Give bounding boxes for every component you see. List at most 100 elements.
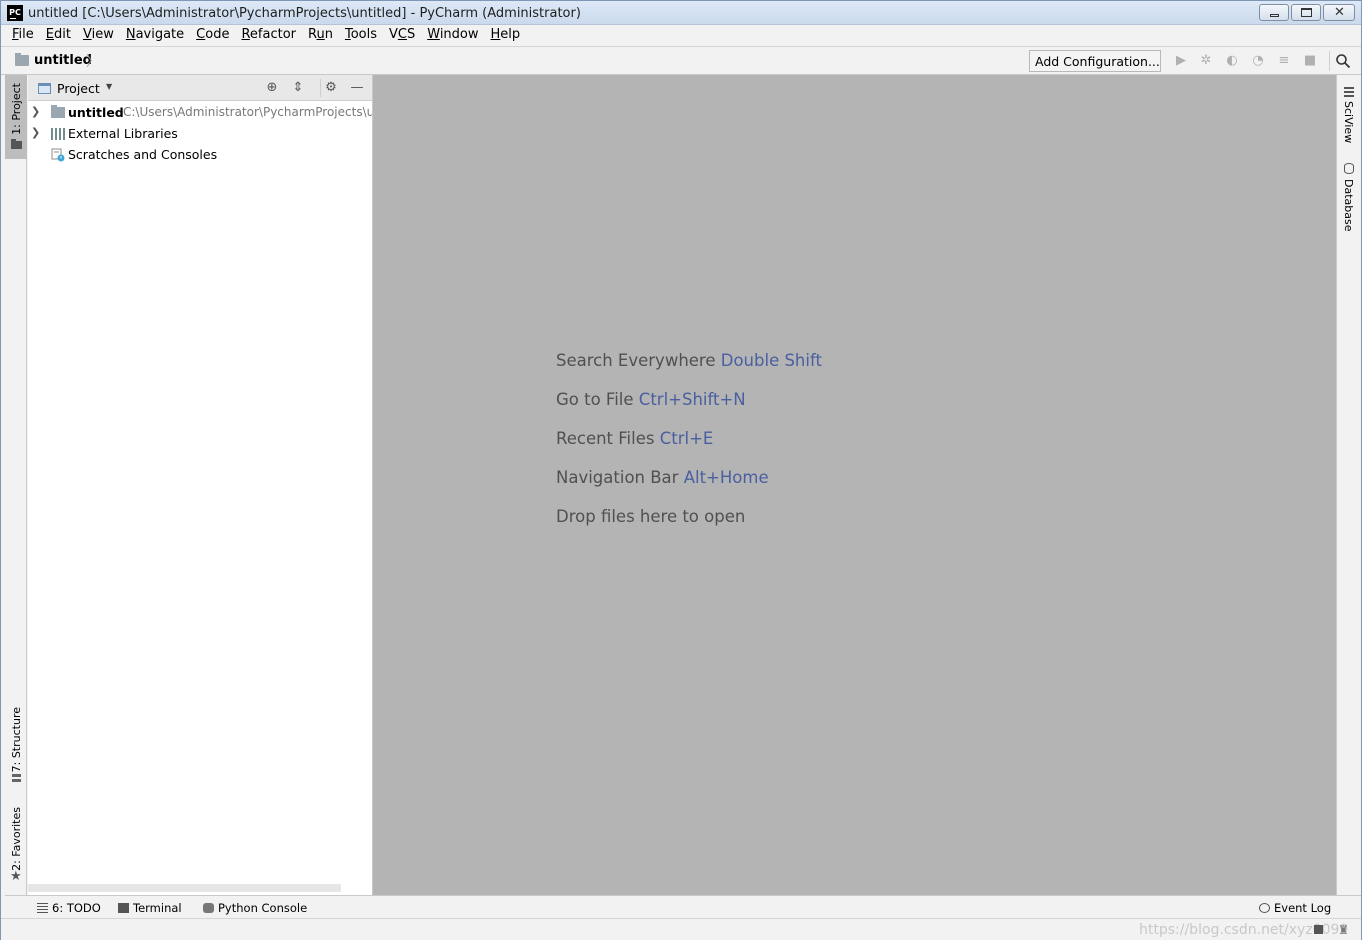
tab-sciview-label: SciView [1342,101,1355,144]
close-button[interactable]: ✕ [1323,4,1355,21]
menu-window[interactable]: Window [421,25,484,46]
menu-window-mnemonic: W [427,27,440,42]
hint-shortcut: Double Shift [720,351,822,370]
lock-icon[interactable] [1314,925,1323,934]
database-icon [1344,163,1354,174]
navigation-bar: untitled 〉 Add Configuration... ▶ ✲ ◐ ◔ … [1,46,1361,75]
menu-run-rest: n [324,27,333,42]
hint-shortcut: Alt+Home [683,468,769,487]
horizontal-scrollbar[interactable] [28,884,341,892]
menu-vcs-s: S [406,27,416,42]
tree-item-external-libraries[interactable]: ❯ External Libraries [28,123,372,144]
hint-go-to-file: Go to File Ctrl+Shift+N [556,390,746,409]
tab-database[interactable]: Database [1337,161,1361,233]
tree-item-scratches[interactable]: Scratches and Consoles [28,144,372,165]
tree-item-label: Scratches and Consoles [68,147,218,162]
gear-icon[interactable]: ⚙ [323,80,339,96]
menu-edit-label: dit [54,27,71,42]
maximize-button[interactable] [1291,4,1321,21]
hint-drop-files: Drop files here to open [556,507,745,526]
tree-item-label: External Libraries [68,126,178,141]
menu-edit[interactable]: Edit [40,25,77,46]
terminal-icon [118,903,129,913]
stop-icon[interactable]: ■ [1303,54,1317,68]
hint-navigation-bar: Navigation Bar Alt+Home [556,468,769,487]
chevron-down-icon[interactable]: ▼ [106,82,112,91]
expand-arrow-icon[interactable]: ❯ [31,105,40,118]
hint-text: Go to File [556,390,634,409]
menu-vcs[interactable]: VCS [383,25,421,46]
tree-item-path: C:\Users\Administrator\PycharmProjects\u… [123,105,372,119]
menu-help[interactable]: Help [485,25,527,46]
concurrency-icon[interactable]: ≡ [1277,54,1291,68]
inspector-icon[interactable]: ♜ [1338,923,1349,937]
add-configuration-button[interactable]: Add Configuration... [1029,50,1161,72]
menu-tools-label: ools [350,27,377,42]
breadcrumb-project[interactable]: untitled [34,53,92,68]
tree-item-project-root[interactable]: ❯ untitled C:\Users\Administrator\Pychar… [28,102,372,123]
tab-structure[interactable]: 7: Structure [5,703,27,785]
tab-database-label: Database [1342,179,1355,232]
hint-recent-files: Recent Files Ctrl+E [556,429,713,448]
menu-file[interactable]: File [6,25,40,46]
locate-file-icon[interactable]: ⊕ [264,80,280,96]
editor-area[interactable]: Search Everywhere Double Shift Go to Fil… [373,75,1336,895]
maximize-icon [1301,8,1312,17]
tab-favorites[interactable]: 2: Favorites ★ [5,803,27,887]
run-icon[interactable]: ▶ [1174,54,1188,68]
project-view-selector[interactable]: Project [57,81,100,96]
tab-python-console[interactable]: Python Console [203,901,307,915]
tab-event-log[interactable]: Event Log [1259,901,1331,915]
window-controls: ✕ [1259,4,1355,21]
hint-text: Recent Files [556,429,655,448]
hint-shortcut: Ctrl+Shift+N [638,390,746,409]
menu-file-label: ile [18,27,34,42]
menu-vcs-mnemonic: C [397,27,407,42]
tab-event-log-label: Event Log [1274,901,1332,915]
profile-icon[interactable]: ◔ [1251,54,1265,68]
menu-code[interactable]: Code [190,25,235,46]
title-bar: PC untitled [C:\Users\Administrator\Pych… [1,1,1361,25]
menu-tools[interactable]: Tools [339,25,383,46]
minimize-button[interactable] [1259,4,1289,21]
hide-panel-icon[interactable]: — [349,80,365,96]
menu-edit-mnemonic: E [45,27,54,42]
debug-icon[interactable]: ✲ [1199,54,1213,68]
project-view-icon [38,83,51,94]
collapse-all-icon[interactable]: ⇕ [290,80,306,96]
pycharm-app-icon: PC [7,5,23,21]
structure-icon [12,773,21,782]
tree-item-label: untitled [68,105,124,120]
menu-run[interactable]: Run [302,25,339,46]
minimize-icon [1270,14,1279,17]
folder-icon [51,105,65,118]
hint-text: Drop files here to open [556,507,746,526]
chevron-right-icon: 〉 [86,54,100,70]
list-icon [37,903,48,913]
tab-sciview[interactable]: SciView [1337,83,1361,147]
menu-view[interactable]: View [77,25,120,46]
header-separator [320,79,321,97]
hint-search-everywhere: Search Everywhere Double Shift [556,351,822,370]
menu-navigate-label: avigate [135,27,185,42]
menu-navigate-mnemonic: N [125,27,136,42]
menu-navigate[interactable]: Navigate [120,25,190,46]
tab-project[interactable]: 1: Project [5,75,27,159]
tab-terminal-label: Terminal [133,901,182,915]
menu-view-label: iew [91,27,114,42]
menu-refactor-mnemonic: R [241,27,250,42]
tab-project-label: 1: Project [10,83,23,135]
tab-terminal[interactable]: Terminal [118,901,182,915]
menu-view-mnemonic: V [82,27,92,42]
search-icon[interactable] [1335,53,1351,69]
left-tool-strip: 1: Project 7: Structure 2: Favorites ★ [5,75,27,895]
menu-code-mnemonic: C [196,27,206,42]
coverage-icon[interactable]: ◐ [1225,54,1239,68]
window-title: untitled [C:\Users\Administrator\Pycharm… [28,6,581,21]
menu-refactor[interactable]: Refactor [235,25,302,46]
tab-todo[interactable]: 6: TODO [37,901,101,915]
python-icon [203,903,214,913]
expand-arrow-icon[interactable]: ❯ [31,126,40,139]
tab-todo-label: 6: TODO [52,901,101,915]
bottom-tool-strip: 6: TODO Terminal Python Console Event Lo… [5,895,1361,918]
